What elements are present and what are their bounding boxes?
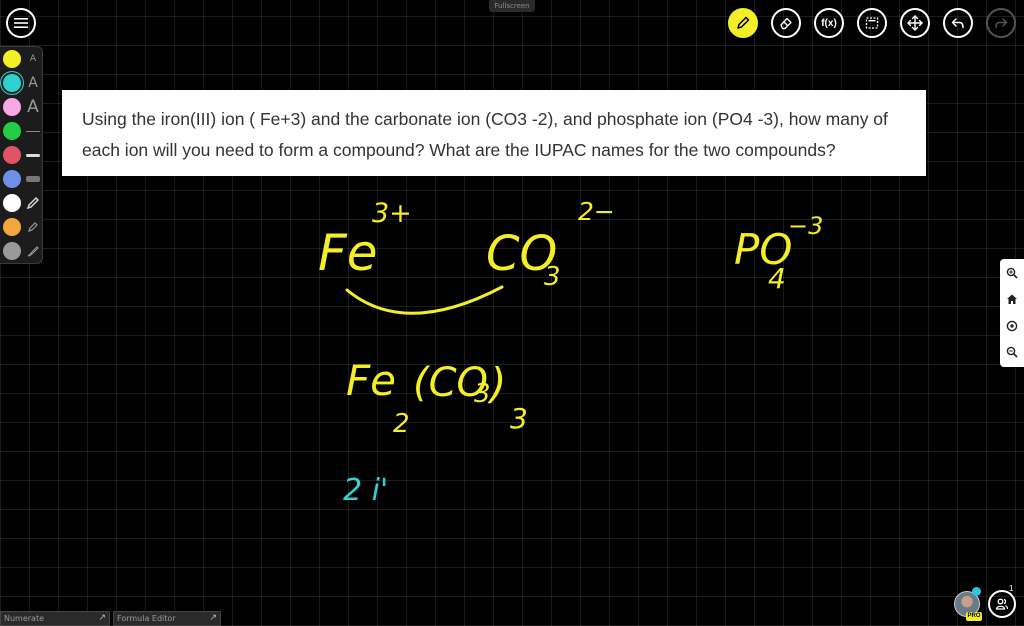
center-button[interactable] <box>1003 317 1021 335</box>
tab-numerate[interactable]: Numerate ↗ <box>0 611 110 626</box>
handwritten-co3-sub: 3 <box>544 262 561 292</box>
participant-count: 1 <box>1009 584 1014 593</box>
handwritten-formula-inner-sub: 3 <box>474 379 491 409</box>
target-icon <box>1006 320 1018 332</box>
handwritten-fe-charge: 3+ <box>372 198 412 229</box>
handwritten-formula-close: ) <box>487 359 506 408</box>
people-icon <box>995 598 1009 610</box>
handwritten-note: 2 i' <box>343 473 388 508</box>
bottom-panel-tabs: Numerate ↗ Formula Editor ↗ <box>0 611 221 626</box>
handwritten-formula-fe-sub: 2 <box>393 409 410 439</box>
online-status-dot <box>972 587 981 596</box>
participants-button[interactable] <box>988 590 1016 618</box>
tab-formula-editor[interactable]: Formula Editor ↗ <box>113 611 221 626</box>
pro-badge: PRO <box>966 612 982 621</box>
zoom-controls <box>1000 259 1024 367</box>
home-icon <box>1007 294 1017 304</box>
pop-out-icon[interactable]: ↗ <box>98 612 106 625</box>
zoom-in-button[interactable] <box>1003 264 1021 282</box>
tab-formula-editor-label: Formula Editor <box>117 614 176 623</box>
home-button[interactable] <box>1003 290 1021 308</box>
handwritten-formula-outer-sub: 3 <box>510 402 528 435</box>
tab-numerate-label: Numerate <box>4 614 45 623</box>
zoom-in-icon <box>1006 267 1018 279</box>
handwritten-formula-fe: Fe <box>346 356 396 405</box>
handwritten-connector-curve <box>345 285 504 315</box>
pop-out-icon[interactable]: ↗ <box>209 612 217 625</box>
handwritten-po4-charge: −3 <box>788 212 823 240</box>
zoom-out-button[interactable] <box>1003 343 1021 361</box>
handwritten-po4-sub: 4 <box>768 262 786 295</box>
handwritten-fe: Fe <box>318 224 378 282</box>
handwritten-co3-charge: 2− <box>578 197 615 226</box>
handwriting-canvas[interactable]: Fe 3+ CO 3 2− PO 4 −3 Fe 2 (CO 3 ) 3 2 i… <box>0 0 1024 626</box>
zoom-out-icon <box>1006 346 1018 358</box>
